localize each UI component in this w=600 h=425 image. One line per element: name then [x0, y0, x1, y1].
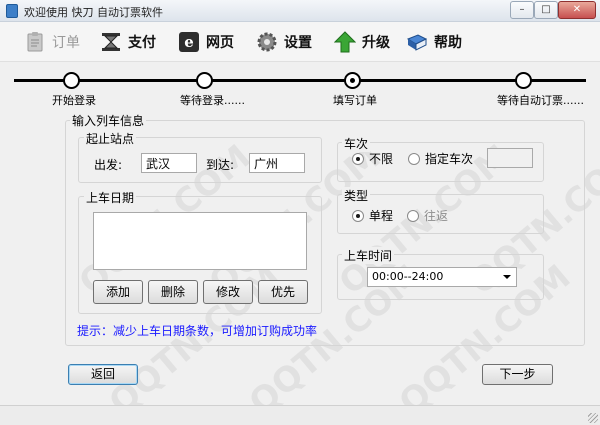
ticket-type-group-title: 类型: [342, 187, 371, 204]
train-number-any-radio[interactable]: 不限: [352, 150, 393, 167]
app-icon: [6, 4, 18, 18]
up-arrow-icon: [334, 31, 356, 53]
stations-group-title: 起止站点: [84, 130, 137, 147]
step-label-auto-book: 等待自动订票......: [497, 94, 584, 107]
radio-dot: [352, 209, 364, 222]
toolbar-web-button[interactable]: e 网页: [178, 28, 234, 56]
train-number-specific-radio[interactable]: 指定车次: [408, 150, 473, 167]
step-dot-fill-order: [344, 72, 361, 89]
train-number-input[interactable]: [487, 148, 533, 168]
toolbar-settings-button[interactable]: 设置: [256, 28, 312, 56]
tip-text: 提示：减少上车日期条数，可增加订购成功率: [77, 324, 318, 338]
departure-time-select[interactable]: 00:00--24:00: [367, 267, 517, 287]
back-button[interactable]: 返回: [68, 364, 138, 385]
to-station-label: 到达:: [206, 158, 235, 172]
toolbar-settings-label: 设置: [284, 35, 312, 51]
step-dot-auto-book: [515, 72, 532, 89]
to-station-input[interactable]: [249, 153, 305, 173]
radio-dot: [408, 152, 420, 165]
toolbar-upgrade-button[interactable]: 升级: [334, 28, 390, 56]
radio-dot: [407, 209, 419, 222]
edit-date-button[interactable]: 修改: [203, 280, 253, 304]
radio-dot: [352, 152, 364, 165]
book-icon: [406, 34, 428, 51]
ticket-type-oneway-label: 单程: [369, 209, 394, 223]
svg-text:e: e: [184, 33, 194, 51]
next-step-button[interactable]: 下一步: [482, 364, 553, 385]
clipboard-icon: [27, 32, 43, 52]
ticket-type-oneway-radio[interactable]: 单程: [352, 207, 393, 224]
status-bar: [0, 405, 600, 425]
toolbar-upgrade-label: 升级: [362, 35, 390, 51]
close-button[interactable]: ✕: [558, 1, 596, 19]
title-bar[interactable]: 欢迎使用 快刀 自动订票软件 – □ ✕: [0, 0, 600, 22]
priority-date-button[interactable]: 优先: [258, 280, 308, 304]
toolbar: 订单 支付 e 网页 设置 升级 帮助: [0, 22, 600, 62]
step-label-wait-login: 等待登录......: [180, 94, 245, 107]
dates-list[interactable]: [93, 212, 307, 270]
delete-date-button[interactable]: 删除: [148, 280, 198, 304]
step-label-login: 开始登录: [52, 94, 96, 107]
resize-grip-icon[interactable]: [588, 413, 598, 423]
gear-icon: [257, 32, 277, 52]
toolbar-pay-button[interactable]: 支付: [100, 28, 156, 56]
ticket-type-return-radio[interactable]: 往返: [407, 207, 448, 224]
train-info-group-title: 输入列车信息: [70, 112, 147, 129]
minimize-button[interactable]: –: [510, 1, 534, 19]
ticket-type-return-label: 往返: [424, 209, 449, 223]
train-number-specific-label: 指定车次: [425, 152, 474, 166]
hourglass-icon: [102, 33, 120, 51]
progress-line: [14, 79, 586, 82]
step-label-fill-order: 填写订单: [333, 94, 377, 107]
browser-icon: e: [179, 32, 199, 52]
dates-group-title: 上车日期: [84, 189, 137, 206]
toolbar-order-label: 订单: [52, 35, 80, 51]
chevron-down-icon: [503, 275, 511, 279]
maximize-button[interactable]: □: [534, 1, 558, 19]
toolbar-help-button[interactable]: 帮助: [406, 28, 462, 56]
step-dot-wait-login: [196, 72, 213, 89]
toolbar-help-label: 帮助: [434, 35, 462, 51]
add-date-button[interactable]: 添加: [93, 280, 143, 304]
toolbar-order-button[interactable]: 订单: [24, 28, 80, 56]
train-number-any-label: 不限: [369, 152, 394, 166]
step-dot-login: [63, 72, 80, 89]
from-station-label: 出发:: [94, 158, 123, 172]
from-station-input[interactable]: [141, 153, 197, 173]
toolbar-web-label: 网页: [206, 35, 234, 51]
departure-time-value: 00:00--24:00: [372, 270, 444, 283]
window-title: 欢迎使用 快刀 自动订票软件: [24, 6, 163, 19]
departure-time-group-title: 上车时间: [342, 247, 395, 264]
toolbar-pay-label: 支付: [128, 35, 156, 51]
